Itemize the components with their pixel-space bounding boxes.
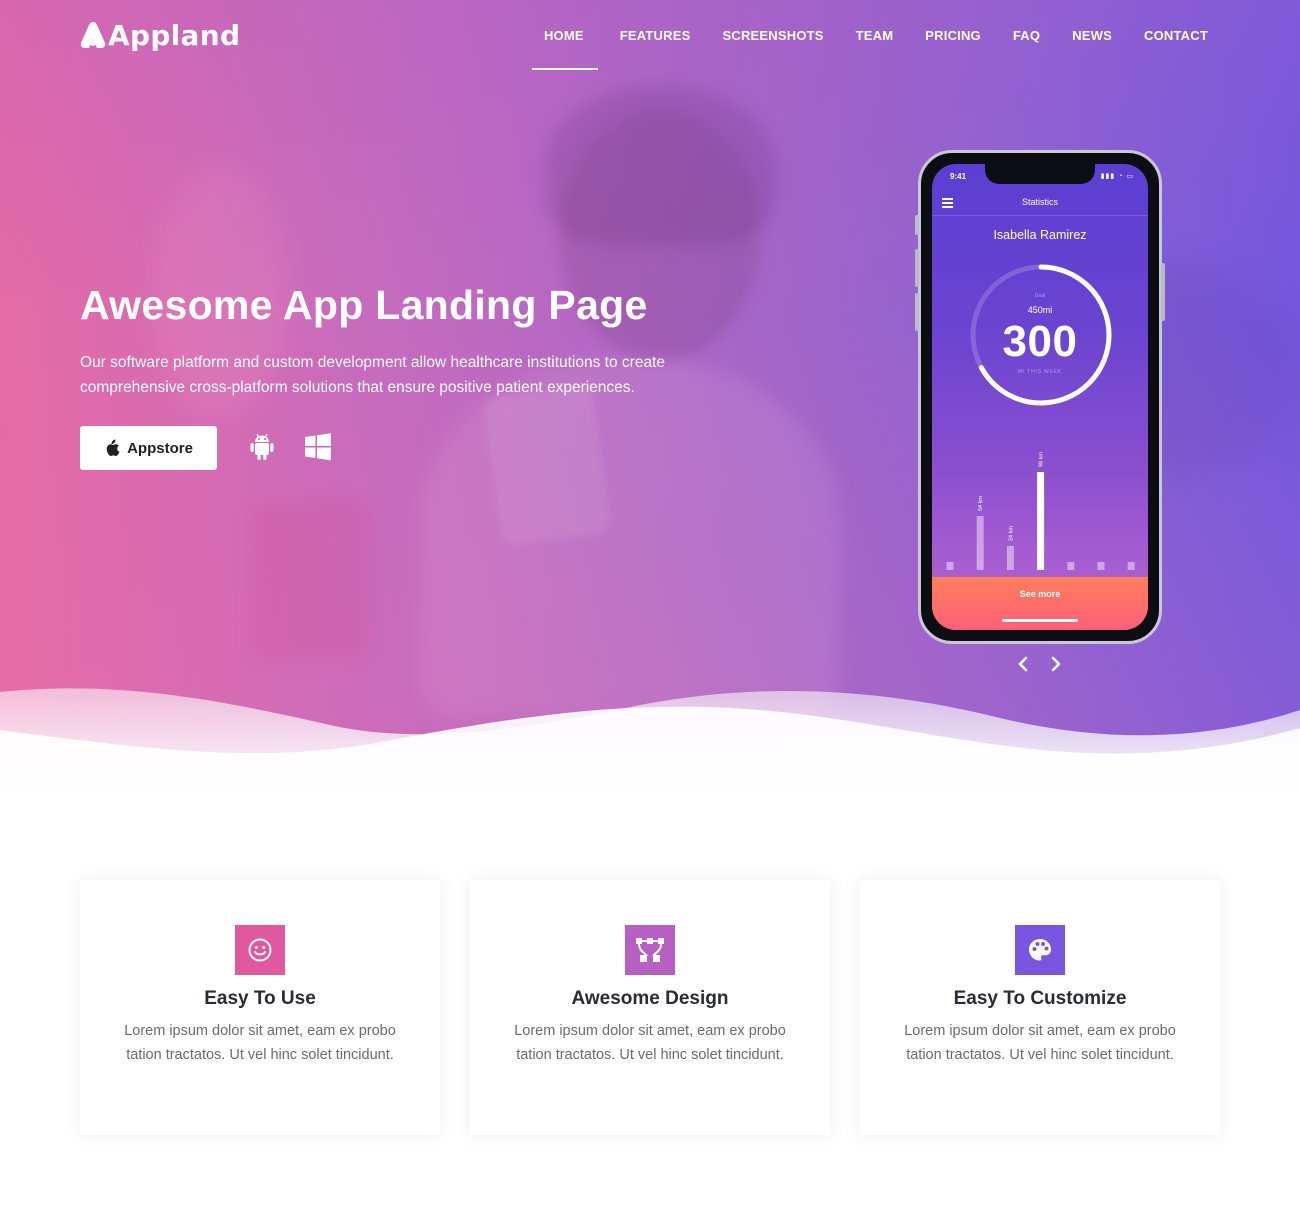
feature-text: Lorem ipsum dolor sit amet, eam ex probo… bbox=[514, 1023, 786, 1063]
nav-contact[interactable]: CONTACT bbox=[1128, 0, 1220, 70]
hero-title: Awesome App Landing Page bbox=[80, 282, 648, 328]
nav-screenshots[interactable]: SCREENSHOTS bbox=[706, 0, 839, 70]
android-icon[interactable] bbox=[248, 432, 276, 462]
feature-card-easy-to-customize: Easy To Customize Lorem ipsum dolor sit … bbox=[860, 880, 1220, 1135]
appstore-label: Appstore bbox=[127, 439, 193, 457]
appstore-button[interactable]: Appstore bbox=[80, 426, 217, 470]
brand-logo[interactable]: Appland bbox=[80, 18, 240, 52]
palette-icon bbox=[1015, 925, 1065, 975]
smile-icon bbox=[235, 925, 285, 975]
bar-value-label: 24 km bbox=[1008, 526, 1014, 541]
hero-wave-divider bbox=[0, 688, 1300, 800]
hero-section: Appland HOME FEATURES SCREENSHOTS TEAM P… bbox=[0, 0, 1300, 800]
feature-title: Easy To Customize bbox=[953, 988, 1127, 1009]
bar-0 bbox=[946, 562, 954, 570]
nav-home[interactable]: HOME bbox=[531, 0, 604, 70]
nav-features[interactable]: FEATURES bbox=[604, 0, 707, 70]
feature-card-easy-to-use: Easy To Use Lorem ipsum dolor sit amet, … bbox=[80, 880, 440, 1135]
nav-pricing[interactable]: PRICING bbox=[909, 0, 997, 70]
chevron-left-icon[interactable] bbox=[1014, 655, 1032, 673]
feature-text: Lorem ipsum dolor sit amet, eam ex probo… bbox=[904, 1023, 1176, 1063]
home-indicator bbox=[1002, 619, 1078, 622]
bar-2 bbox=[1006, 546, 1014, 570]
bar-value-label: 98 km bbox=[1039, 452, 1045, 467]
chevron-right-icon[interactable] bbox=[1047, 655, 1065, 673]
vector-icon bbox=[625, 925, 675, 975]
weekly-bar-chart: MT54 kmW24 kmT98 kmFSS bbox=[946, 452, 1135, 584]
nav-faq[interactable]: FAQ bbox=[997, 0, 1056, 70]
feature-card-awesome-design: Awesome Design Lorem ipsum dolor sit ame… bbox=[470, 880, 830, 1135]
feature-title: Awesome Design bbox=[571, 988, 729, 1009]
feature-text: Lorem ipsum dolor sit amet, eam ex probo… bbox=[124, 1023, 396, 1063]
brand-name: Appland bbox=[108, 18, 241, 52]
bar-1 bbox=[976, 516, 984, 570]
feature-title: Easy To Use bbox=[204, 988, 316, 1009]
phone-silent-switch bbox=[915, 215, 919, 235]
windows-icon[interactable] bbox=[304, 432, 332, 462]
nav-team[interactable]: TEAM bbox=[840, 0, 910, 70]
logo-mark-icon bbox=[80, 22, 106, 48]
see-more-label: See more bbox=[1019, 589, 1061, 599]
apple-icon bbox=[106, 439, 120, 457]
main-nav: HOME FEATURES SCREENSHOTS TEAM PRICING F… bbox=[531, 0, 1220, 70]
bar-4 bbox=[1067, 562, 1075, 570]
phone-volume-up bbox=[915, 249, 919, 287]
bar-3 bbox=[1037, 472, 1045, 570]
phone-mockup: 9:41 ▮▮▮ ◔ ▭ Statistics Isabella Ramirez… bbox=[915, 150, 1165, 644]
phone-volume-down bbox=[915, 293, 919, 331]
see-more-button[interactable]: See more bbox=[932, 577, 1148, 630]
phone-screen: 9:41 ▮▮▮ ◔ ▭ Statistics Isabella Ramirez… bbox=[932, 164, 1148, 630]
bar-value-label: 54 km bbox=[978, 496, 984, 511]
hero-description: Our software platform and custom develop… bbox=[80, 354, 665, 396]
bar-6 bbox=[1127, 562, 1135, 570]
nav-news[interactable]: NEWS bbox=[1056, 0, 1128, 70]
phone-power-button bbox=[1161, 263, 1165, 321]
bar-5 bbox=[1097, 562, 1105, 570]
